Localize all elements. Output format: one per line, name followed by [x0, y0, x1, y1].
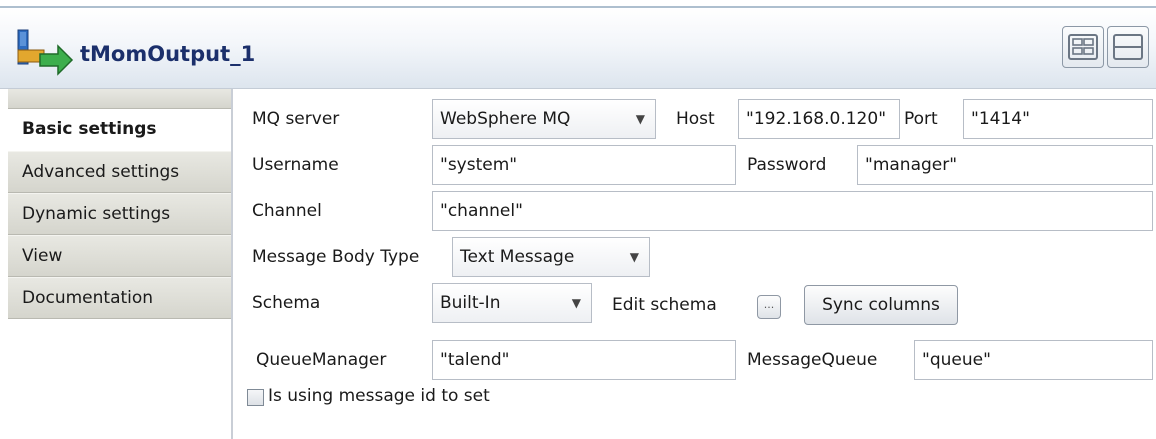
sidebar-divider: [231, 89, 233, 439]
message-body-type-value: Text Message: [460, 247, 575, 267]
grid-layout-icon: [1068, 34, 1098, 60]
channel-label: Channel: [252, 201, 322, 221]
component-settings-panel: tMomOutput_1 Basic settings Advanced set…: [0, 0, 1156, 439]
mq-server-label: MQ server: [252, 109, 340, 129]
tab-basic-settings[interactable]: Basic settings: [8, 109, 233, 151]
channel-field[interactable]: "channel": [432, 191, 1153, 231]
mq-server-select[interactable]: WebSphere MQ ▼: [432, 99, 656, 139]
port-label: Port: [904, 109, 938, 129]
tab-label: View: [22, 246, 63, 266]
schema-label: Schema: [252, 293, 321, 313]
grid-layout-button[interactable]: [1062, 26, 1104, 68]
message-body-type-label: Message Body Type: [252, 247, 420, 267]
message-body-type-select[interactable]: Text Message ▼: [452, 237, 650, 277]
tab-advanced-settings[interactable]: Advanced settings: [8, 151, 233, 193]
tab-label: Dynamic settings: [22, 204, 171, 224]
chevron-down-icon: ▼: [635, 112, 645, 126]
component-title: tMomOutput_1: [80, 42, 256, 66]
component-title-bar: tMomOutput_1: [0, 8, 1156, 89]
schema-select[interactable]: Built-In ▼: [432, 283, 592, 323]
chevron-down-icon: ▼: [629, 250, 639, 264]
mom-output-component-icon: [17, 29, 74, 76]
password-field[interactable]: "manager": [857, 145, 1153, 185]
schema-value: Built-In: [440, 293, 501, 313]
tab-view[interactable]: View: [8, 235, 233, 277]
rows-layout-icon: [1113, 34, 1143, 60]
host-label: Host: [676, 109, 715, 129]
sidebar-header-strip: [8, 89, 233, 109]
host-field[interactable]: "192.168.0.120": [738, 99, 900, 139]
chevron-down-icon: ▼: [571, 296, 581, 310]
use-message-id-checkbox[interactable]: [247, 389, 264, 406]
mq-server-value: WebSphere MQ: [440, 109, 571, 129]
message-queue-field[interactable]: "queue": [914, 340, 1153, 380]
edit-schema-label: Edit schema: [612, 295, 717, 315]
tab-label: Basic settings: [22, 119, 157, 139]
tab-label: Advanced settings: [22, 162, 180, 182]
tab-label: Documentation: [22, 288, 154, 308]
rows-layout-button[interactable]: [1107, 26, 1149, 68]
tab-documentation[interactable]: Documentation: [8, 277, 233, 319]
sync-columns-button[interactable]: Sync columns: [804, 285, 958, 325]
username-field[interactable]: "system": [432, 145, 736, 185]
username-label: Username: [252, 155, 339, 175]
queue-manager-field[interactable]: "talend": [432, 340, 736, 380]
message-queue-label: MessageQueue: [747, 350, 878, 370]
edit-schema-button[interactable]: ...: [757, 295, 781, 319]
port-field[interactable]: "1414": [963, 99, 1153, 139]
password-label: Password: [747, 155, 827, 175]
tab-dynamic-settings[interactable]: Dynamic settings: [8, 193, 233, 235]
use-message-id-label: Is using message id to set: [268, 386, 490, 406]
queue-manager-label: QueueManager: [256, 350, 387, 370]
